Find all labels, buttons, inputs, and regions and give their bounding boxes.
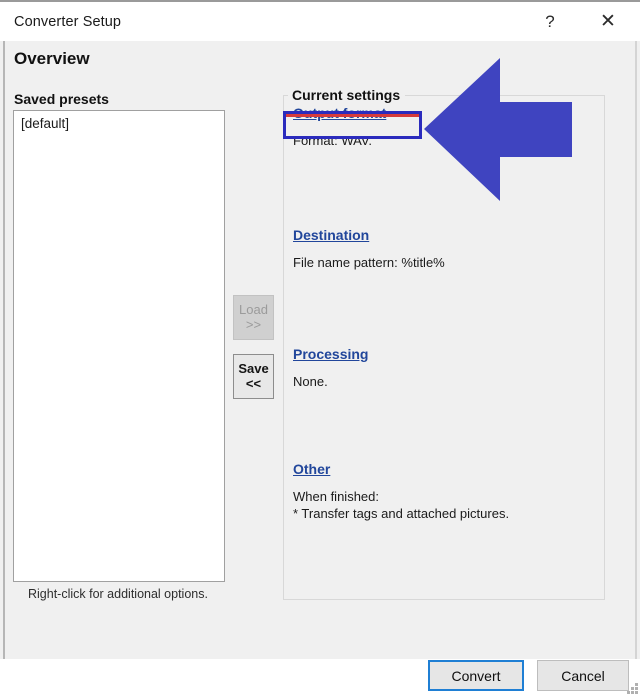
destination-summary: File name pattern: %title% — [293, 255, 445, 270]
processing-summary: None. — [293, 374, 328, 389]
output-format-link[interactable]: Output format — [293, 105, 386, 121]
window-edge-right — [635, 41, 637, 659]
processing-link[interactable]: Processing — [293, 346, 368, 362]
settings-section-destination: Destination File name pattern: %title% — [293, 227, 593, 271]
resize-grip[interactable] — [626, 682, 639, 695]
convert-button[interactable]: Convert — [428, 660, 524, 691]
close-button[interactable]: ✕ — [585, 2, 631, 41]
list-item[interactable]: [default] — [14, 111, 224, 131]
other-summary: When finished: * Transfer tags and attac… — [293, 489, 510, 521]
window-title: Converter Setup — [14, 14, 122, 30]
save-preset-button[interactable]: Save << — [233, 354, 274, 399]
settings-section-processing: Processing None. — [293, 346, 593, 390]
settings-section-other: Other When finished: * Transfer tags and… — [293, 461, 593, 522]
title-bar: Converter Setup ? ✕ — [0, 0, 640, 41]
help-button[interactable]: ? — [527, 2, 573, 41]
destination-link[interactable]: Destination — [293, 227, 369, 243]
other-link[interactable]: Other — [293, 461, 330, 477]
save-button-label: Save — [238, 361, 269, 376]
current-settings-legend: Current settings — [288, 87, 406, 103]
question-mark-icon: ? — [545, 11, 555, 31]
dialog-body: Overview Saved presets [default] Right-c… — [5, 41, 638, 694]
cancel-button[interactable]: Cancel — [537, 660, 629, 691]
output-format-summary: Format: WAV. — [293, 133, 372, 148]
load-preset-button[interactable]: Load >> — [233, 295, 274, 340]
saved-presets-listbox[interactable]: [default] — [13, 110, 225, 582]
save-button-arrows: << — [245, 376, 262, 391]
load-button-arrows: >> — [245, 317, 262, 332]
saved-presets-label: Saved presets — [14, 91, 109, 107]
close-icon: ✕ — [600, 11, 616, 32]
settings-section-output-format: Output format Format: WAV. — [293, 105, 593, 149]
page-title: Overview — [14, 49, 90, 68]
load-button-label: Load — [239, 302, 268, 317]
presets-hint-text: Right-click for additional options. — [28, 587, 208, 601]
converter-setup-dialog: Converter Setup ? ✕ Overview Saved prese… — [0, 0, 640, 694]
